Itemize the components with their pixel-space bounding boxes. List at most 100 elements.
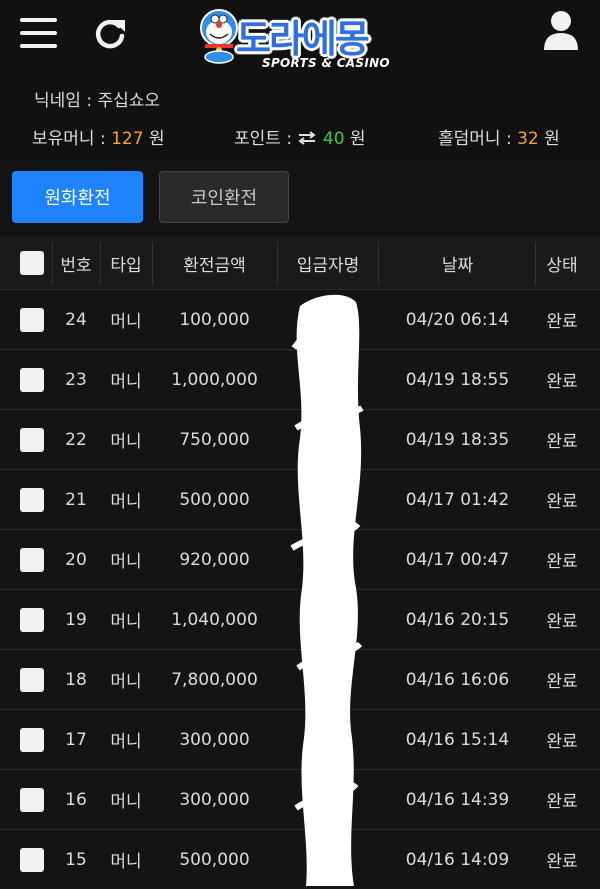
row-checkbox[interactable]	[20, 487, 44, 512]
row-amount: 300,000	[179, 729, 250, 750]
header-divider	[52, 242, 53, 285]
table-header: 번호 타입 환전금액 입금자명 날짜 상태	[0, 237, 600, 290]
row-amount: 1,000,000	[171, 369, 258, 390]
row-type: 머니	[110, 672, 142, 692]
row-type: 머니	[110, 732, 142, 752]
row-number: 19	[65, 609, 87, 630]
row-select-cell	[12, 650, 52, 709]
row-checkbox[interactable]	[20, 607, 44, 632]
row-status: 완료	[546, 612, 578, 632]
row-checkbox[interactable]	[20, 787, 44, 812]
row-checkbox[interactable]	[20, 727, 44, 752]
row-date: 04/17 00:47	[405, 549, 510, 570]
row-type: 머니	[110, 852, 142, 872]
row-number: 15	[65, 849, 87, 870]
holdem-stat: 홀덤머니 : 32 원	[438, 124, 560, 149]
row-select-cell	[12, 290, 52, 349]
holdem-unit: 원	[538, 129, 560, 149]
row-status: 완료	[546, 432, 578, 452]
row-amount: 750,000	[179, 429, 250, 450]
row-amount: 920,000	[179, 549, 250, 570]
row-status: 완료	[546, 312, 578, 332]
menu-icon[interactable]	[20, 18, 58, 48]
refresh-icon[interactable]	[92, 16, 128, 52]
header-depositor: 입금자명	[296, 255, 360, 276]
logo-subtitle: SPORTS & CASINO	[262, 56, 390, 70]
select-all-cell	[12, 237, 52, 289]
row-date: 04/16 16:06	[405, 669, 510, 690]
row-amount: 500,000	[179, 849, 250, 870]
logo-text: 도라에몽	[236, 17, 370, 61]
row-select-cell	[12, 710, 52, 769]
row-amount: 7,800,000	[171, 669, 258, 690]
header-date: 날짜	[441, 255, 474, 276]
header-status: 상태	[546, 255, 578, 276]
row-checkbox[interactable]	[20, 847, 44, 872]
balance-unit: 원	[143, 129, 165, 149]
row-checkbox[interactable]	[20, 307, 44, 332]
points-label: 포인트 :	[234, 129, 298, 149]
row-date: 04/19 18:55	[405, 369, 510, 390]
exchange-arrows-icon	[298, 131, 317, 145]
row-date: 04/16 14:39	[405, 789, 510, 810]
logo[interactable]: 도라에몽 SPORTS & CASINO	[196, 6, 406, 72]
header-amount: 환전금액	[183, 255, 246, 276]
header-type: 타입	[110, 255, 142, 276]
row-select-cell	[12, 590, 52, 649]
row-select-cell	[12, 470, 52, 529]
row-type: 머니	[110, 492, 142, 512]
account-info: 닉네임 : 주십쇼오 보유머니 : 127 원 포인트 : 40 원 홀덤머니 …	[0, 80, 600, 160]
row-status: 완료	[546, 792, 578, 812]
row-number: 18	[65, 669, 87, 690]
row-select-cell	[12, 770, 52, 829]
row-select-cell	[12, 830, 52, 889]
row-checkbox[interactable]	[20, 547, 44, 572]
row-type: 머니	[110, 432, 142, 452]
redaction-scribble	[290, 294, 364, 886]
row-number: 20	[65, 549, 87, 570]
row-checkbox[interactable]	[20, 427, 44, 452]
row-select-cell	[12, 530, 52, 589]
row-select-cell	[12, 410, 52, 469]
row-checkbox[interactable]	[20, 667, 44, 692]
row-date: 04/19 18:35	[405, 429, 510, 450]
header-divider	[100, 242, 101, 285]
select-all-checkbox[interactable]	[20, 251, 44, 275]
row-status: 완료	[546, 492, 578, 512]
points-value: 40	[322, 129, 345, 149]
tab-coin-exchange[interactable]: 코인환전	[159, 171, 289, 223]
points-unit: 원	[344, 129, 366, 149]
row-checkbox[interactable]	[20, 367, 44, 392]
row-status: 완료	[546, 672, 578, 692]
row-type: 머니	[110, 552, 142, 572]
holdem-label: 홀덤머니 :	[438, 129, 518, 149]
row-type: 머니	[110, 792, 142, 812]
row-amount: 100,000	[179, 309, 250, 330]
row-type: 머니	[110, 612, 142, 632]
header-divider	[378, 242, 379, 285]
row-number: 24	[65, 309, 87, 330]
row-amount: 1,040,000	[171, 609, 258, 630]
row-status: 완료	[546, 372, 578, 392]
row-amount: 500,000	[179, 489, 250, 510]
row-date: 04/16 20:15	[405, 609, 510, 630]
row-date: 04/20 06:14	[405, 309, 510, 330]
row-status: 완료	[546, 852, 578, 872]
balance-stat: 보유머니 : 127 원	[32, 124, 165, 149]
row-type: 머니	[110, 312, 142, 332]
row-date: 04/16 15:14	[405, 729, 510, 750]
row-type: 머니	[110, 372, 142, 392]
user-icon[interactable]	[543, 10, 579, 50]
row-status: 완료	[546, 552, 578, 572]
row-number: 16	[65, 789, 87, 810]
row-number: 23	[65, 369, 87, 390]
header-divider	[152, 242, 153, 285]
row-number: 22	[65, 429, 87, 450]
row-amount: 300,000	[179, 789, 250, 810]
tab-krw-exchange[interactable]: 원화환전	[12, 171, 143, 223]
header-divider	[277, 242, 278, 285]
top-header: 도라에몽 SPORTS & CASINO	[0, 0, 600, 80]
header-number: 번호	[60, 255, 92, 276]
points-stat: 포인트 : 40 원	[234, 124, 366, 149]
nickname: 닉네임 : 주십쇼오	[34, 91, 161, 111]
